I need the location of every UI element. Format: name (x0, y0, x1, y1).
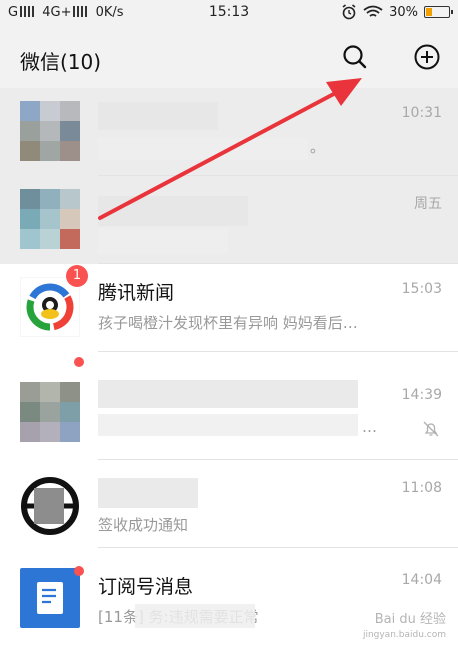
message-redacted (98, 228, 228, 254)
wifi-icon (363, 5, 383, 17)
chat-message: … (362, 418, 377, 436)
page-title: 微信(10) (20, 50, 102, 74)
chat-row-tencent-news[interactable]: 1 腾讯新闻 孩子喝橙汁发现杯里有异响 妈妈看后… 15:03 (0, 264, 458, 352)
status-bar: G 4G+ 0K/s 15:13 30% (0, 0, 458, 26)
avatar-logo-icon (21, 477, 79, 535)
chat-time: 15:03 (401, 281, 442, 297)
chat-message: 。 (310, 138, 326, 156)
message-redacted (98, 414, 358, 436)
name-redacted (98, 478, 198, 508)
chat-row[interactable]: … 14:39 (0, 352, 458, 460)
tencent-news-avatar (19, 276, 81, 338)
avatar (20, 382, 80, 442)
search-icon (343, 45, 367, 69)
name-redacted (98, 196, 248, 226)
mute-bell-icon (423, 421, 439, 437)
tencent-news-logo-icon (19, 276, 81, 338)
chat-name: 腾讯新闻 (98, 282, 175, 304)
chat-name: 订阅号消息 (98, 576, 194, 598)
message-redacted (135, 604, 255, 628)
watermark-line2: jingyan.baidu.com (362, 630, 446, 640)
subscriptions-avatar (20, 568, 80, 628)
avatar (20, 476, 80, 536)
battery-icon (424, 6, 453, 18)
chat-message: 孩子喝橙汁发现杯里有异响 妈妈看后… (98, 314, 358, 332)
avatar (20, 189, 80, 249)
baidu-watermark: Bai du 经验 jingyan.baidu.com (363, 613, 446, 642)
chat-time: 14:04 (401, 572, 442, 588)
message-redacted (98, 138, 308, 160)
avatar (20, 101, 80, 161)
unread-badge: 1 (66, 265, 88, 287)
unread-dot (74, 566, 84, 576)
search-button[interactable] (340, 42, 370, 72)
name-redacted (98, 380, 358, 408)
chat-message: 签收成功通知 (98, 516, 189, 534)
chat-row[interactable]: 。 10:31 (0, 88, 458, 176)
add-icon (414, 44, 440, 70)
unread-dot (74, 357, 84, 367)
name-redacted (98, 102, 218, 130)
chat-row[interactable]: 签收成功通知 11:08 (0, 460, 458, 548)
add-button[interactable] (412, 42, 442, 72)
status-right: 30% (341, 4, 453, 20)
chat-row[interactable]: 周五 (0, 176, 458, 264)
battery-percent: 30% (389, 4, 418, 20)
watermark-line1: Bai du 经验 (374, 612, 446, 627)
subscription-doc-icon (20, 568, 80, 628)
chat-time: 11:08 (401, 480, 442, 496)
alarm-icon (342, 4, 356, 20)
battery-fill (426, 8, 433, 16)
chat-time: 周五 (414, 196, 442, 212)
chat-time: 14:39 (401, 387, 442, 403)
chat-time: 10:31 (401, 105, 442, 121)
app-header: 微信(10) (0, 26, 458, 88)
